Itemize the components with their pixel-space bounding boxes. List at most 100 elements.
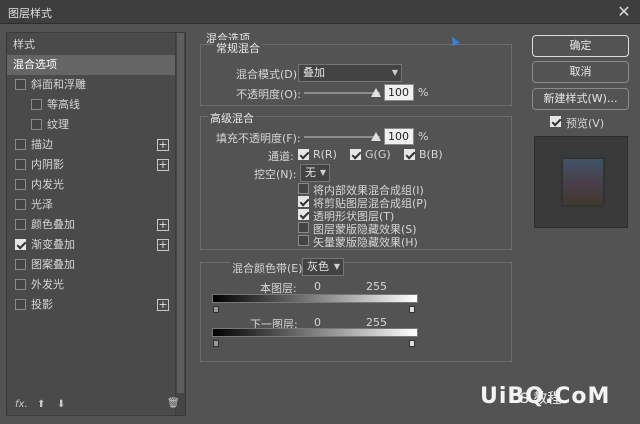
- close-icon[interactable]: ✕: [614, 2, 634, 22]
- sidebar-item-checkbox[interactable]: [15, 139, 26, 150]
- trash-icon[interactable]: 🗑: [167, 398, 180, 409]
- under-layer-black-handle[interactable]: [213, 340, 219, 347]
- sidebar-item-label: 颜色叠加: [31, 218, 75, 231]
- advanced-option-checkbox[interactable]: [298, 183, 309, 194]
- sidebar-item-checkbox[interactable]: [15, 199, 26, 210]
- advanced-option-label: 矢量蒙版隐藏效果(H): [313, 236, 418, 249]
- blend-mode-select[interactable]: 叠加 ▼: [298, 64, 402, 82]
- styles-scrollbar[interactable]: [175, 33, 185, 415]
- sidebar-item-label: 内发光: [31, 178, 64, 191]
- cancel-button[interactable]: 取消: [532, 61, 629, 83]
- fill-opacity-input[interactable]: 100: [384, 128, 414, 145]
- channel-r-label: R(R): [313, 148, 337, 161]
- channel-g-label: G(G): [365, 148, 391, 161]
- sidebar-item[interactable]: 内发光: [7, 175, 175, 195]
- knockout-label: 挖空(N):: [254, 168, 297, 181]
- sidebar-item-label: 投影: [31, 298, 53, 311]
- move-up-icon[interactable]: ⬆: [37, 399, 45, 410]
- add-effect-icon[interactable]: +: [157, 299, 169, 311]
- fill-opacity-slider[interactable]: [304, 136, 380, 138]
- blend-if-group: [200, 262, 512, 362]
- style-preview: [534, 136, 628, 228]
- sidebar-item[interactable]: 光泽: [7, 195, 175, 215]
- sidebar-item-label: 渐变叠加: [31, 238, 75, 251]
- sidebar-item[interactable]: 斜面和浮雕: [7, 75, 175, 95]
- channel-g-checkbox[interactable]: [350, 149, 361, 160]
- sidebar-item[interactable]: 描边 +: [7, 135, 175, 155]
- ok-button[interactable]: 确定: [532, 35, 629, 57]
- sidebar-item[interactable]: 内阴影 +: [7, 155, 175, 175]
- sidebar-item-label: 斜面和浮雕: [31, 78, 86, 91]
- add-effect-icon[interactable]: +: [157, 219, 169, 231]
- sidebar-item-label: 等高线: [47, 98, 80, 111]
- scrollbar-thumb[interactable]: [177, 33, 184, 393]
- sidebar-item[interactable]: 颜色叠加 +: [7, 215, 175, 235]
- sidebar-item-checkbox[interactable]: [15, 299, 26, 310]
- channel-r-checkbox[interactable]: [298, 149, 309, 160]
- sidebar-item-checkbox[interactable]: [15, 219, 26, 230]
- add-effect-icon[interactable]: +: [157, 239, 169, 251]
- new-style-button[interactable]: 新建样式(W)...: [532, 88, 629, 110]
- opacity-label: 不透明度(O):: [236, 88, 301, 101]
- opacity-slider-handle[interactable]: [371, 88, 381, 97]
- sidebar-item[interactable]: 混合选项: [7, 55, 175, 75]
- sidebar-item-checkbox[interactable]: [15, 159, 26, 170]
- advanced-option-checkbox[interactable]: [298, 196, 309, 207]
- opacity-percent: %: [418, 86, 429, 99]
- sidebar-item[interactable]: 外发光: [7, 275, 175, 295]
- fill-opacity-percent: %: [418, 130, 429, 143]
- window-title: 图层样式: [8, 7, 52, 20]
- sidebar-item-checkbox[interactable]: [31, 99, 42, 110]
- sidebar-item-checkbox[interactable]: [31, 119, 42, 130]
- watermark-logo: UiBQ.CoM: [480, 384, 611, 409]
- sidebar-item[interactable]: 等高线: [7, 95, 175, 115]
- preview-swatch: [563, 159, 603, 205]
- sidebar-item-label: 外发光: [31, 278, 64, 291]
- sidebar-item-checkbox[interactable]: [15, 79, 26, 90]
- this-layer-gradient: [212, 294, 418, 303]
- advanced-option-checkbox[interactable]: [298, 222, 309, 233]
- move-down-icon[interactable]: ⬇: [57, 399, 65, 410]
- add-effect-icon[interactable]: +: [157, 159, 169, 171]
- fill-opacity-slider-handle[interactable]: [371, 132, 381, 141]
- sidebar-item[interactable]: 投影 +: [7, 295, 175, 315]
- sidebar-item-checkbox[interactable]: [15, 279, 26, 290]
- fill-opacity-label: 填充不透明度(F):: [216, 132, 301, 145]
- opacity-slider[interactable]: [304, 92, 380, 94]
- sidebar-item[interactable]: 渐变叠加 +: [7, 235, 175, 255]
- chevron-down-icon: ▼: [391, 68, 398, 77]
- opacity-input[interactable]: 100: [384, 84, 414, 101]
- this-layer-max: 255: [366, 280, 387, 293]
- under-layer-white-handle[interactable]: [409, 340, 415, 347]
- title-bar: 图层样式 ✕: [0, 0, 640, 24]
- knockout-select[interactable]: 无 ▼: [300, 164, 330, 182]
- sidebar-item-label: 混合选项: [13, 58, 57, 71]
- sidebar-item-label: 描边: [31, 138, 53, 151]
- general-blending-title: 常规混合: [214, 40, 262, 56]
- this-layer-white-handle[interactable]: [409, 306, 415, 313]
- blend-if-select[interactable]: 灰色 ▼: [302, 258, 344, 276]
- channel-b-checkbox[interactable]: [404, 149, 415, 160]
- advanced-option-checkbox[interactable]: [298, 209, 309, 220]
- this-layer-min: 0: [314, 280, 321, 293]
- preview-checkbox[interactable]: [550, 116, 561, 127]
- this-layer-black-handle[interactable]: [213, 306, 219, 313]
- chevron-down-icon: ▼: [319, 168, 326, 177]
- sidebar-item-checkbox[interactable]: [15, 179, 26, 190]
- preview-label: 预览(V): [566, 117, 605, 130]
- under-layer-gradient: [212, 328, 418, 337]
- chevron-down-icon: ▼: [333, 262, 340, 271]
- fx-icon[interactable]: fx.: [15, 399, 28, 410]
- blend-if-label: 混合颜色带(E):: [230, 260, 309, 276]
- sidebar-item-checkbox[interactable]: [15, 239, 26, 250]
- advanced-option-checkbox[interactable]: [298, 235, 309, 246]
- styles-heading[interactable]: 样式: [7, 35, 175, 55]
- channels-label: 通道:: [268, 150, 294, 163]
- channel-b-label: B(B): [419, 148, 443, 161]
- sidebar-item-label: 图案叠加: [31, 258, 75, 271]
- sidebar-item-label: 光泽: [31, 198, 53, 211]
- sidebar-item[interactable]: 图案叠加: [7, 255, 175, 275]
- sidebar-item-checkbox[interactable]: [15, 259, 26, 270]
- add-effect-icon[interactable]: +: [157, 139, 169, 151]
- sidebar-item[interactable]: 纹理: [7, 115, 175, 135]
